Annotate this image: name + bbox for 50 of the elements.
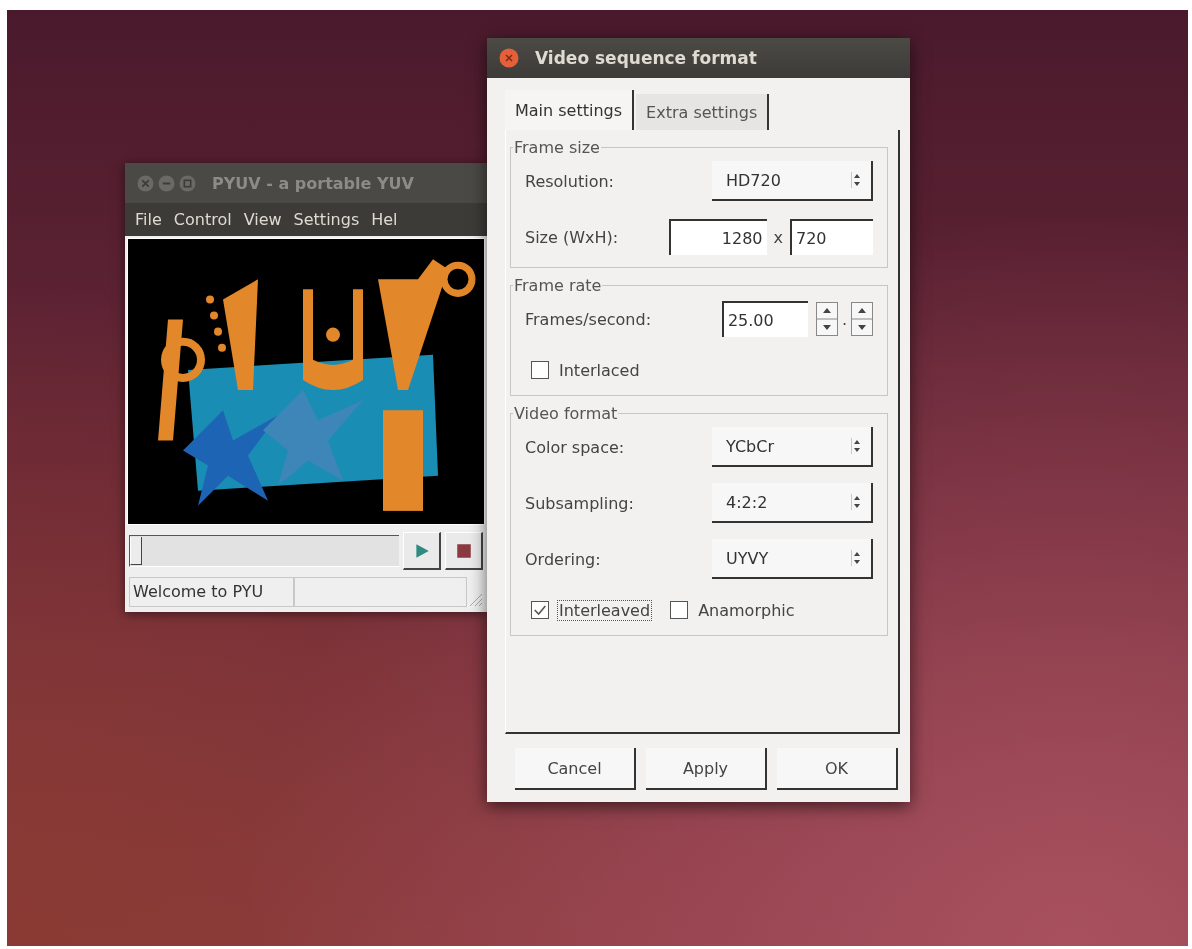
- updown-arrow-icon: [851, 548, 863, 568]
- tab[interactable]: Extra settings: [636, 94, 770, 130]
- dialog-button[interactable]: Cancel: [515, 748, 636, 790]
- field-label: Subsampling:: [525, 493, 634, 513]
- menu-item[interactable]: View: [239, 210, 286, 229]
- stop-button[interactable]: [445, 532, 483, 570]
- size-grip-icon[interactable]: [467, 591, 483, 607]
- window-title: PYUV - a portable YUV: [212, 173, 414, 193]
- height-field[interactable]: 720: [790, 219, 873, 255]
- field-label: Resolution:: [525, 171, 614, 191]
- dialog-button[interactable]: OK: [777, 748, 898, 790]
- stop-icon: [454, 541, 473, 560]
- menu-item[interactable]: Settings: [289, 210, 364, 229]
- checkbox[interactable]: [670, 601, 689, 619]
- dialog-button[interactable]: Apply: [646, 748, 767, 790]
- dropdown[interactable]: UYVY: [712, 539, 873, 579]
- dropdown[interactable]: 4:2:2: [712, 483, 873, 523]
- spinner-arrows-icon[interactable]: [851, 302, 873, 336]
- checkbox-label[interactable]: Anamorphic: [696, 599, 797, 621]
- checkbox-label[interactable]: Interleaved: [557, 599, 653, 621]
- dropdown[interactable]: HD720: [712, 161, 873, 201]
- tab[interactable]: Main settings: [505, 90, 635, 130]
- menu-item[interactable]: File: [131, 210, 166, 229]
- checkbox[interactable]: [531, 601, 549, 619]
- close-icon[interactable]: [499, 48, 519, 68]
- seek-slider[interactable]: [129, 535, 399, 567]
- status-text: Welcome to PYU: [129, 577, 294, 607]
- separator-text: .: [841, 309, 847, 329]
- checkbox-label[interactable]: Interlaced: [557, 359, 642, 381]
- window-title: Video sequence format: [535, 48, 757, 68]
- field-label: Frames/second:: [525, 309, 652, 329]
- menu-item[interactable]: Control: [169, 210, 236, 229]
- fps-field[interactable]: 25.00: [721, 301, 808, 337]
- group-title: Video format: [513, 404, 619, 423]
- field-label: Size (WxH):: [525, 227, 619, 247]
- field-label: Ordering:: [525, 549, 601, 569]
- slider-handle[interactable]: [130, 537, 142, 565]
- play-button[interactable]: [403, 532, 441, 570]
- dropdown[interactable]: YCbCr: [712, 427, 873, 467]
- separator-text: x: [772, 227, 784, 247]
- spinner-arrows-icon[interactable]: [815, 302, 838, 336]
- menu-item[interactable]: Hel: [367, 210, 402, 229]
- group-title: Frame rate: [513, 276, 603, 295]
- width-field[interactable]: 1280: [668, 219, 767, 255]
- updown-arrow-icon: [851, 170, 863, 190]
- field-label: Color space:: [525, 437, 625, 457]
- checkbox[interactable]: [531, 361, 549, 379]
- updown-arrow-icon: [851, 436, 863, 456]
- group-title: Frame size: [513, 138, 601, 157]
- updown-arrow-icon: [851, 492, 863, 512]
